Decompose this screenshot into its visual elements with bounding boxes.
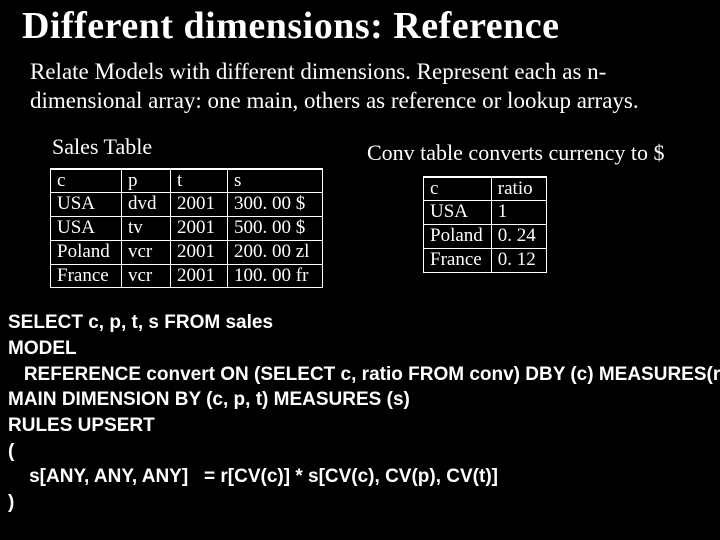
table-row: Poland 0. 24 [424,225,547,249]
cell: dvd [122,193,171,217]
col-s: s [228,169,323,193]
table-row: USA tv 2001 500. 00 $ [51,217,323,241]
sql-line: REFERENCE convert ON (SELECT c, ratio FR… [8,364,720,385]
cell: USA [51,193,122,217]
col-t: t [171,169,228,193]
conv-caption: Conv table converts currency to $ [367,140,665,166]
cell: 500. 00 $ [228,217,323,241]
page-title: Different dimensions: Reference [22,4,720,48]
sales-block: Sales Table c p t s USA dvd 2001 300. 00… [50,130,323,289]
table-row: France 0. 12 [424,248,547,272]
cell: 1 [491,201,546,225]
subtitle: Relate Models with different dimensions.… [30,58,700,116]
table-row: c ratio [424,177,547,201]
cell: 2001 [171,217,228,241]
sql-line: MAIN DIMENSION BY (c, p, t) MEASURES (s) [8,389,410,410]
cell: 200. 00 zl [228,240,323,264]
sales-caption: Sales Table [52,134,323,160]
conv-table: c ratio USA 1 Poland 0. 24 France 0. 12 [423,176,547,273]
sales-table: c p t s USA dvd 2001 300. 00 $ USA tv 20… [50,168,323,289]
sql-line: ( [8,441,14,462]
cell: France [424,248,492,272]
table-row: USA 1 [424,201,547,225]
sql-line: SELECT c, p, t, s FROM sales [8,312,273,333]
table-row: c p t s [51,169,323,193]
cell: 0. 24 [491,225,546,249]
sql-block: SELECT c, p, t, s FROM sales MODEL REFER… [8,310,720,515]
conv-block: Conv table converts currency to $ c rati… [363,130,665,273]
sql-line: ) [8,492,14,513]
cell: 100. 00 fr [228,264,323,288]
table-row: Poland vcr 2001 200. 00 zl [51,240,323,264]
col-c: c [51,169,122,193]
col-c: c [424,177,492,201]
cell: tv [122,217,171,241]
table-row: USA dvd 2001 300. 00 $ [51,193,323,217]
cell: 2001 [171,193,228,217]
cell: vcr [122,264,171,288]
table-row: France vcr 2001 100. 00 fr [51,264,323,288]
col-p: p [122,169,171,193]
cell: vcr [122,240,171,264]
cell: USA [424,201,492,225]
cell: Poland [51,240,122,264]
cell: 2001 [171,240,228,264]
cell: 0. 12 [491,248,546,272]
cell: USA [51,217,122,241]
cell: Poland [424,225,492,249]
tables-row: Sales Table c p t s USA dvd 2001 300. 00… [50,130,700,289]
cell: France [51,264,122,288]
sql-line: RULES UPSERT [8,415,155,436]
cell: 300. 00 $ [228,193,323,217]
sql-line: s[ANY, ANY, ANY] = r[CV(c)] * s[CV(c), C… [8,466,498,487]
slide: Different dimensions: Reference Relate M… [0,4,720,540]
col-ratio: ratio [491,177,546,201]
sql-line: MODEL [8,338,77,359]
cell: 2001 [171,264,228,288]
